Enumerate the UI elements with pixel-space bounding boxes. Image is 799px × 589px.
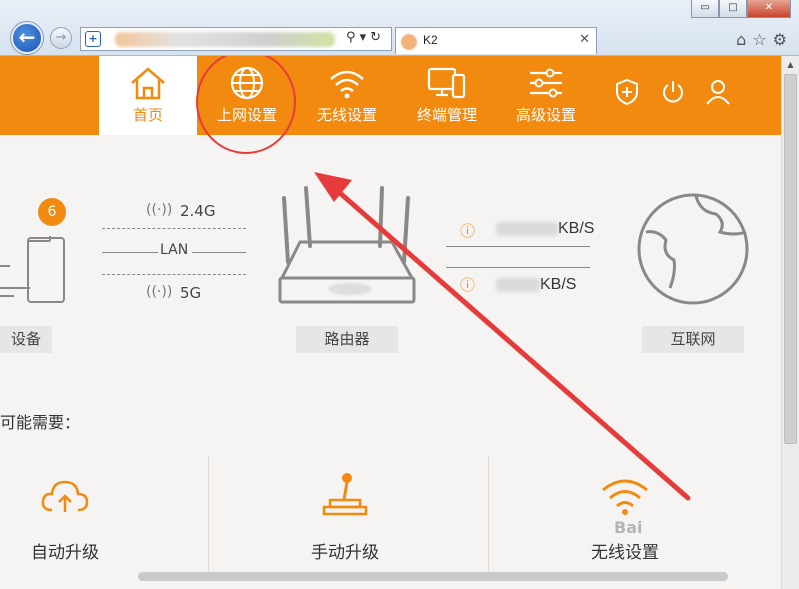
- annotation-arrow: [314, 172, 691, 501]
